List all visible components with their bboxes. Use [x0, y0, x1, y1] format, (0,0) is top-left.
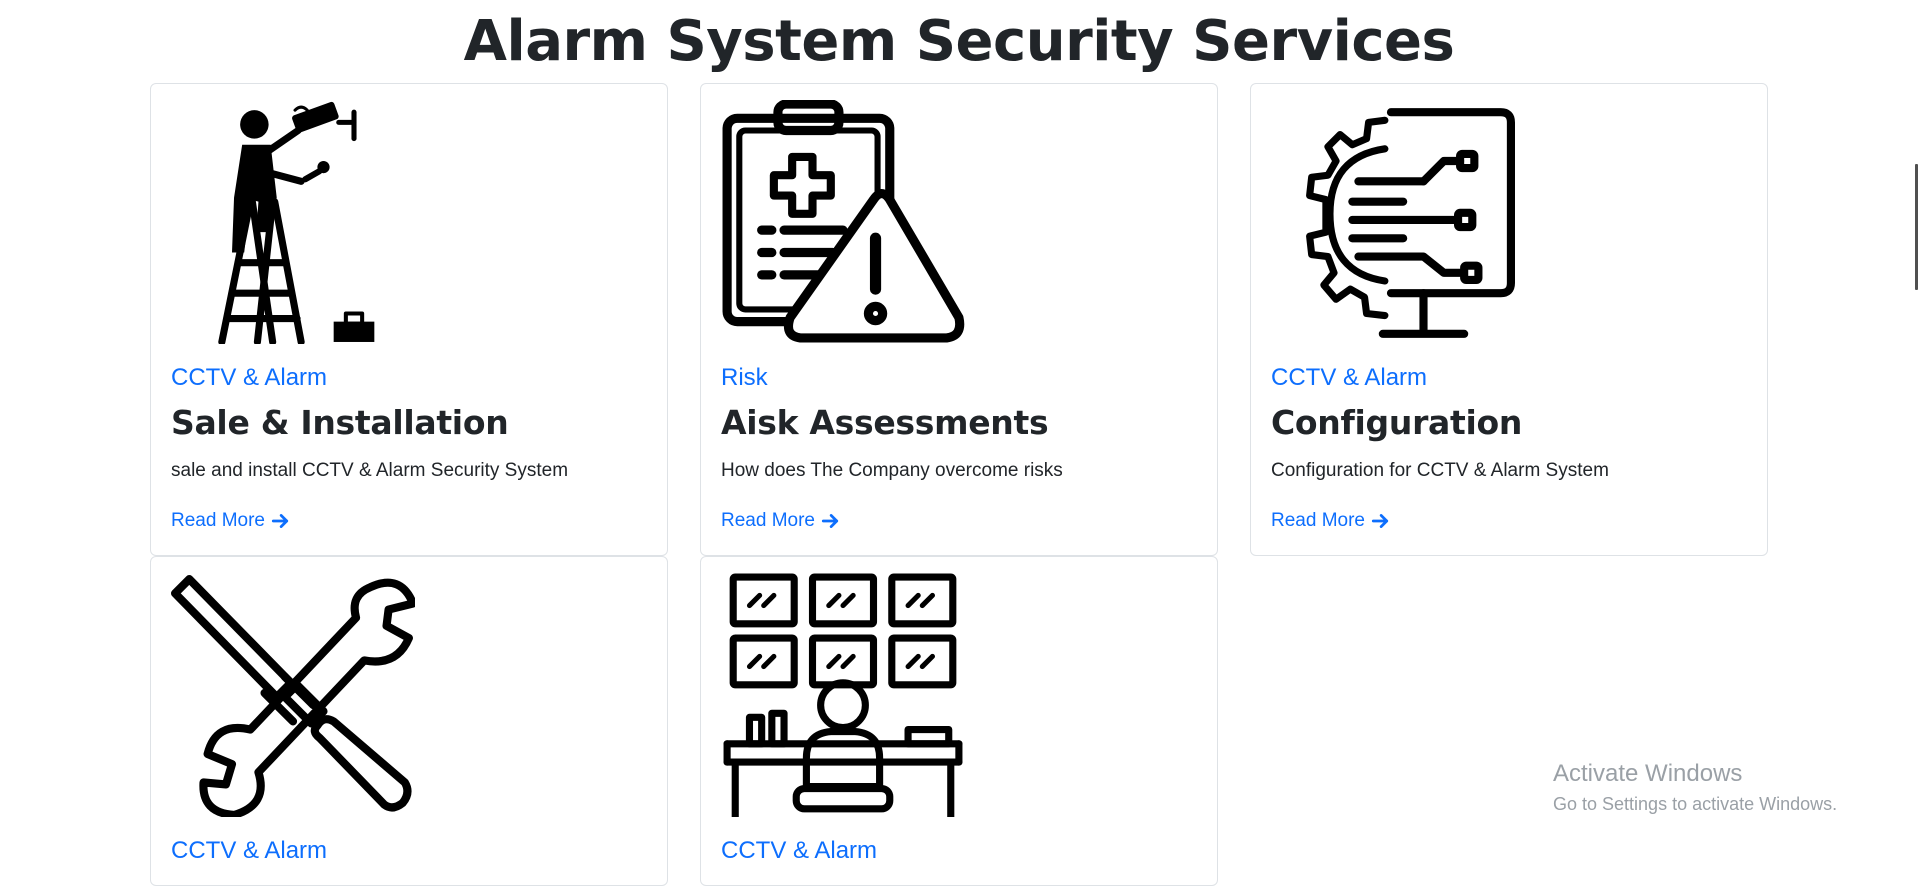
technician-on-ladder-icon: [171, 100, 415, 344]
card-category[interactable]: CCTV & Alarm: [1271, 364, 1427, 392]
read-more-link[interactable]: Read More: [721, 510, 839, 532]
arrow-right-icon: [1371, 514, 1389, 528]
arrow-right-icon: [821, 514, 839, 528]
card-description: How does The Company overcome risks: [721, 460, 1063, 481]
read-more-link[interactable]: Read More: [171, 510, 289, 532]
surveillance-room-icon: [721, 573, 965, 817]
read-more-label: Read More: [171, 510, 265, 531]
card-category[interactable]: CCTV & Alarm: [171, 837, 327, 865]
activate-windows-watermark: Activate Windows Go to Settings to activ…: [1553, 760, 1837, 815]
service-card-sale-installation: CCTV & Alarm Sale & Installation sale an…: [150, 83, 668, 556]
read-more-link[interactable]: Read More: [1271, 510, 1389, 532]
read-more-label: Read More: [721, 510, 815, 531]
service-card-maintenance: CCTV & Alarm: [150, 556, 668, 886]
wrench-screwdriver-icon: [171, 573, 415, 817]
card-category[interactable]: Risk: [721, 364, 768, 392]
card-category[interactable]: CCTV & Alarm: [171, 364, 327, 392]
page-title: Alarm System Security Services: [463, 9, 1455, 74]
service-card-configuration: CCTV & Alarm Configuration Configuration…: [1250, 83, 1768, 556]
monitor-gear-circuit-icon: [1271, 100, 1515, 344]
card-title: Sale & Installation: [171, 403, 509, 442]
card-description: Configuration for CCTV & Alarm System: [1271, 460, 1609, 481]
card-title: Configuration: [1271, 403, 1523, 442]
service-card-monitoring: CCTV & Alarm: [700, 556, 1218, 886]
watermark-line-2: Go to Settings to activate Windows.: [1553, 794, 1838, 814]
clipboard-warning-icon: [721, 100, 965, 344]
card-category[interactable]: CCTV & Alarm: [721, 837, 877, 865]
card-description: sale and install CCTV & Alarm Security S…: [171, 460, 569, 481]
arrow-right-icon: [271, 514, 289, 528]
watermark-line-1: Activate Windows: [1553, 760, 1743, 787]
card-title: Aisk Assessments: [721, 403, 1049, 442]
service-card-risk-assessments: Risk Aisk Assessments How does The Compa…: [700, 83, 1218, 556]
read-more-label: Read More: [1271, 510, 1365, 531]
